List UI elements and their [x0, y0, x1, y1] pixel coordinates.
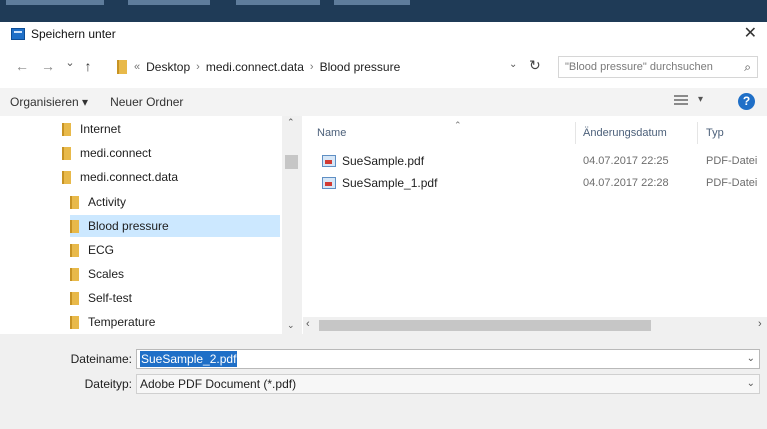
file-row[interactable]: SueSample.pdf: [322, 151, 572, 171]
file-list[interactable]: Name ⌃ Änderungsdatum Typ SueSample.pdf …: [303, 116, 767, 317]
scroll-down-icon[interactable]: ⌄: [287, 320, 295, 331]
search-placeholder: "Blood pressure" durchsuchen: [565, 61, 713, 73]
up-arrow-icon[interactable]: ↑: [78, 58, 98, 74]
app-icon: [11, 28, 25, 40]
sidebar-item-label: Blood pressure: [88, 219, 169, 233]
taskbar-segment: [128, 0, 210, 5]
filetype-label: Dateityp:: [84, 377, 132, 391]
back-arrow-icon[interactable]: ←: [12, 58, 32, 74]
pdf-file-icon: [322, 177, 336, 189]
pdf-file-icon: [322, 155, 336, 167]
folder-icon: [70, 219, 79, 233]
file-name: SueSample_1.pdf: [342, 176, 438, 190]
folder-icon: [62, 122, 71, 136]
column-header-label: Name: [317, 127, 347, 139]
breadcrumb-overflow[interactable]: «: [134, 61, 140, 73]
filetype-value: Adobe PDF Document (*.pdf): [140, 377, 297, 391]
sidebar-item-temperature[interactable]: Temperature: [70, 311, 280, 333]
folder-icon: [70, 243, 79, 257]
column-header-label: Änderungsdatum: [583, 127, 667, 139]
sidebar-item-label: medi.connect.data: [80, 170, 179, 184]
breadcrumb-item-medi-connect-data[interactable]: medi.connect.data: [206, 60, 304, 74]
sidebar-item-activity[interactable]: Activity: [70, 191, 280, 213]
folder-icon: [117, 60, 127, 74]
column-header-label: Typ: [706, 127, 724, 139]
navigation-pane[interactable]: Internet medi.connect medi.connect.data …: [0, 116, 281, 334]
organize-button[interactable]: Organisieren ▾: [10, 95, 88, 109]
taskbar-segment: [236, 0, 320, 5]
close-icon[interactable]: ✕: [744, 24, 757, 44]
save-options-panel: Dateiname: SueSample_2.pdf ⌄ Dateityp: A…: [0, 334, 767, 429]
file-name: SueSample.pdf: [342, 154, 425, 168]
scrollbar-thumb[interactable]: [285, 155, 298, 169]
sidebar-item-label: ECG: [88, 243, 115, 257]
sidebar-item-label: Scales: [88, 267, 125, 281]
chevron-down-icon[interactable]: ⌄: [509, 59, 517, 70]
column-divider[interactable]: [575, 122, 576, 144]
filename-label: Dateiname:: [70, 352, 132, 366]
folder-icon: [70, 267, 79, 281]
folder-icon: [62, 146, 71, 160]
window-frame-top: [0, 0, 767, 22]
breadcrumb-separator: ›: [309, 61, 314, 73]
address-bar: ← → ⌄ ↑ « Desktop › medi.connect.data › …: [0, 46, 767, 88]
navigation-pane-scrollbar[interactable]: ⌃ ⌄: [282, 116, 302, 334]
help-icon[interactable]: ?: [738, 93, 755, 110]
sidebar-item-self-test[interactable]: Self-test: [70, 287, 280, 309]
refresh-icon[interactable]: ↻: [529, 57, 541, 74]
folder-icon: [70, 195, 79, 209]
sidebar-item-label: medi.connect: [80, 146, 152, 160]
file-type: PDF-Datei: [706, 155, 758, 167]
breadcrumb[interactable]: « Desktop › medi.connect.data › Blood pr…: [117, 56, 551, 78]
sidebar-item-label: Self-test: [88, 291, 133, 305]
sidebar-item-medi-connect-data[interactable]: medi.connect.data: [62, 166, 280, 188]
search-input[interactable]: "Blood pressure" durchsuchen ⌕: [558, 56, 758, 78]
search-icon[interactable]: ⌕: [744, 60, 751, 75]
scroll-left-icon[interactable]: ‹: [306, 318, 310, 330]
column-header-date[interactable]: Änderungsdatum: [583, 122, 699, 144]
file-row[interactable]: SueSample_1.pdf: [322, 173, 572, 193]
file-date: 04.07.2017 22:28: [583, 177, 669, 189]
sidebar-item-label: Activity: [88, 195, 127, 209]
folder-icon: [62, 170, 71, 184]
scrollbar-thumb[interactable]: [319, 320, 651, 331]
sidebar-item-label: Internet: [80, 122, 121, 136]
column-header-type[interactable]: Typ: [706, 122, 766, 144]
file-type: PDF-Datei: [706, 177, 758, 189]
filename-field[interactable]: SueSample_2.pdf ⌄: [136, 349, 760, 369]
column-divider[interactable]: [697, 122, 698, 144]
filetype-select[interactable]: Adobe PDF Document (*.pdf) ⌄: [136, 374, 760, 394]
title-bar: Speichern unter ✕: [0, 22, 767, 46]
taskbar-segment: [6, 0, 104, 5]
breadcrumb-item-blood-pressure[interactable]: Blood pressure: [320, 60, 401, 74]
taskbar-segment: [334, 0, 410, 5]
sidebar-item-scales[interactable]: Scales: [70, 263, 280, 285]
sort-ascending-icon: ⌃: [454, 120, 462, 130]
scroll-right-icon[interactable]: ›: [758, 318, 762, 330]
forward-arrow-icon[interactable]: →: [38, 58, 58, 74]
folder-icon: [70, 291, 79, 305]
sidebar-item-medi-connect[interactable]: medi.connect: [62, 142, 280, 164]
view-options-icon[interactable]: [674, 95, 688, 107]
chevron-down-icon[interactable]: ⌄: [747, 378, 755, 389]
new-folder-button[interactable]: Neuer Ordner: [110, 95, 183, 109]
breadcrumb-separator: ›: [196, 61, 200, 73]
scroll-up-icon[interactable]: ⌃: [287, 117, 295, 128]
filename-value: SueSample_2.pdf: [140, 351, 238, 367]
sidebar-item-blood-pressure[interactable]: Blood pressure: [70, 215, 280, 237]
sidebar-item-internet[interactable]: Internet: [62, 118, 280, 140]
view-chevron-down-icon[interactable]: ▾: [698, 94, 703, 105]
file-date: 04.07.2017 22:25: [583, 155, 669, 167]
chevron-down-icon[interactable]: ⌄: [747, 353, 755, 364]
folder-icon: [70, 315, 79, 329]
file-list-scrollbar[interactable]: ‹ ›: [303, 317, 767, 334]
sidebar-item-label: Temperature: [88, 315, 156, 329]
command-toolbar: Organisieren ▾ Neuer Ordner ▾ ?: [0, 88, 767, 116]
breadcrumb-item-desktop[interactable]: Desktop: [146, 60, 190, 74]
column-header-name[interactable]: Name ⌃: [317, 120, 577, 144]
recent-locations-chevron-icon[interactable]: ⌄: [60, 56, 80, 69]
window-title: Speichern unter: [31, 27, 116, 41]
sidebar-item-ecg[interactable]: ECG: [70, 239, 280, 261]
